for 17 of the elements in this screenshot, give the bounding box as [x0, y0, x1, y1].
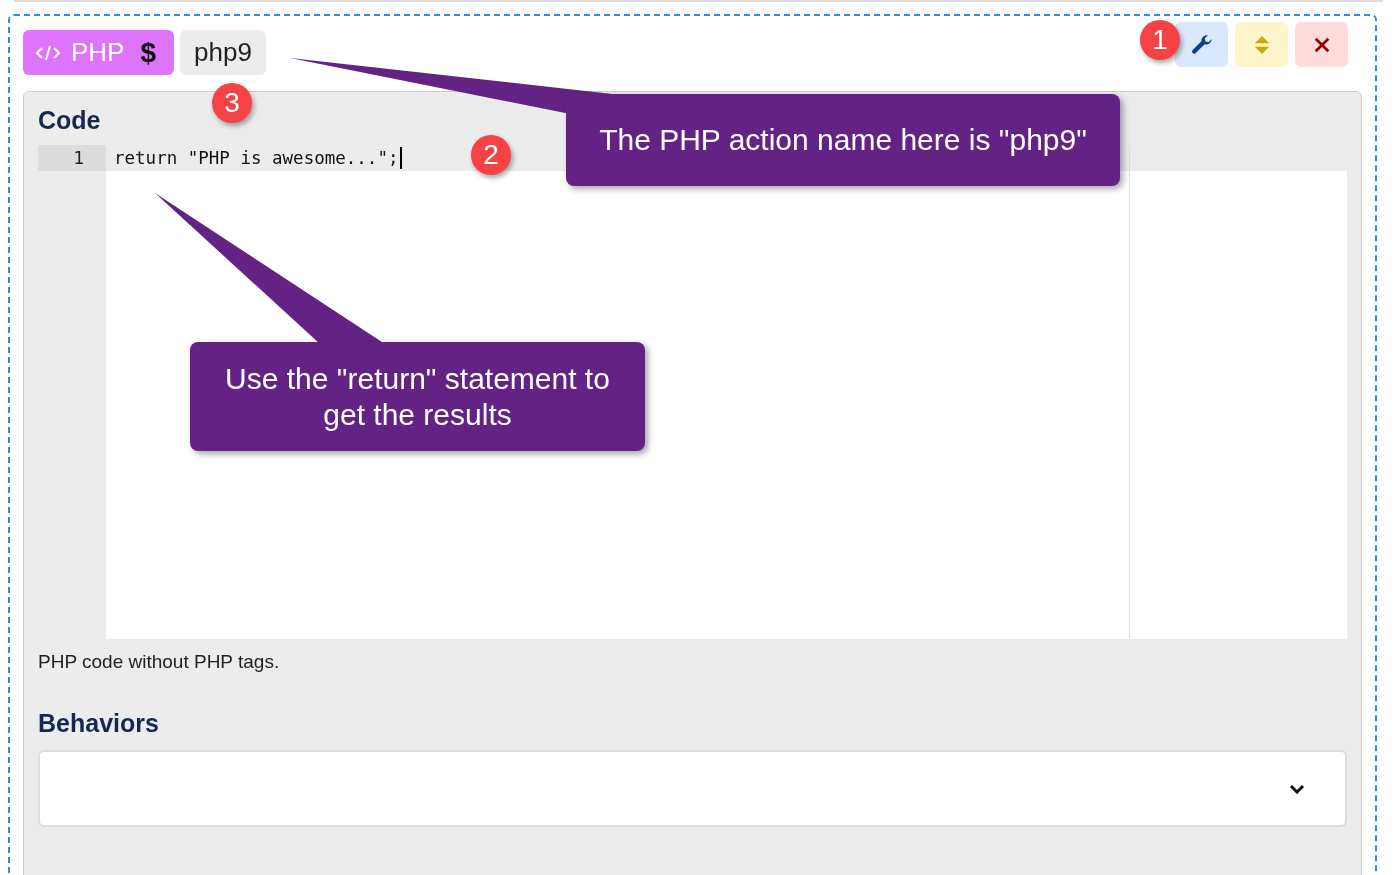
close-button[interactable]	[1295, 22, 1348, 67]
dollar-sign: $	[140, 36, 157, 69]
section-label: Behaviors	[38, 709, 160, 738]
name-tag: php9	[180, 30, 266, 75]
callout: The PHP action name here is "php9"	[566, 94, 1120, 186]
callout: Use the "return" statement to get the results	[190, 342, 645, 451]
settings-button[interactable]	[1175, 22, 1228, 67]
help-text: PHP code without PHP tags.	[38, 651, 281, 673]
section-label: Code	[38, 106, 102, 135]
close-icon	[1312, 35, 1331, 54]
step-marker: 1	[1140, 20, 1180, 60]
line-number: 1	[38, 145, 106, 171]
type-label: PHP	[71, 37, 125, 68]
text-cursor	[400, 147, 403, 169]
chevron-down-icon	[1289, 783, 1305, 794]
step-marker: 3	[212, 83, 252, 123]
code-line: return "PHP is awesome...";	[114, 147, 399, 170]
